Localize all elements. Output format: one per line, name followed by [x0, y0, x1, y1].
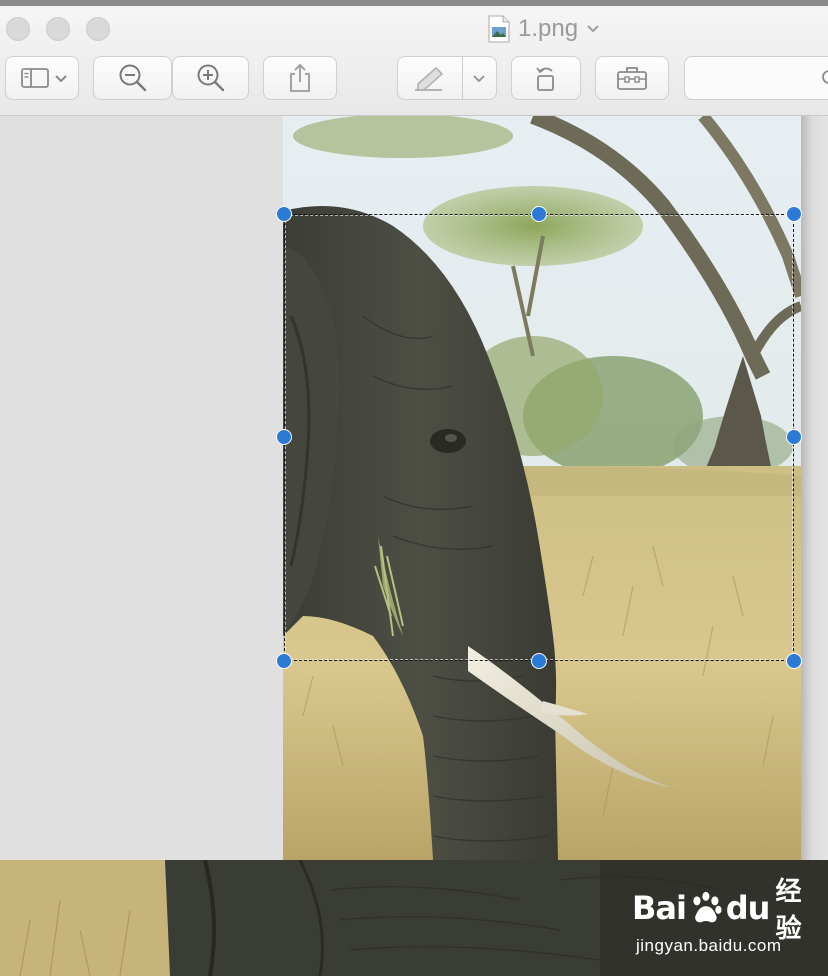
chevron-down-icon — [587, 25, 599, 33]
paw-icon — [693, 891, 722, 923]
zoom-out-icon — [119, 64, 146, 92]
selection-handle-top[interactable] — [531, 206, 547, 222]
chevron-down-icon — [55, 75, 67, 83]
rotate-left-button[interactable] — [511, 56, 581, 100]
zoom-in-button[interactable] — [172, 56, 249, 100]
search-input[interactable] — [695, 65, 799, 93]
baidu-jingyan-watermark: Bai du 经验 jingyan.baidu.com — [632, 877, 822, 964]
selection-rectangle[interactable] — [284, 214, 794, 661]
close-window-button[interactable] — [6, 17, 30, 41]
selection-handle-bottom[interactable] — [531, 653, 547, 669]
selection-handle-left[interactable] — [276, 429, 292, 445]
minimize-window-button[interactable] — [46, 17, 70, 41]
search-field[interactable] — [684, 56, 828, 100]
zoom-window-button[interactable] — [86, 17, 110, 41]
split-divider — [462, 57, 463, 99]
zoom-out-button[interactable] — [93, 56, 172, 100]
selection-handle-bottom-right[interactable] — [786, 653, 802, 669]
png-file-icon — [488, 15, 510, 43]
watermark-url: jingyan.baidu.com — [636, 936, 782, 955]
sidebar-toggle-button[interactable] — [5, 56, 79, 100]
baidu-logo: Bai du 经验 — [632, 877, 822, 944]
watermark-brand-part2: du — [725, 889, 771, 927]
watermark-brand-cn: 经验 — [775, 877, 802, 944]
rotate-left-icon — [536, 67, 554, 91]
window-title-menu[interactable]: 1.png — [488, 12, 600, 46]
selection-handle-bottom-left[interactable] — [276, 653, 292, 669]
selection-handle-top-left[interactable] — [276, 206, 292, 222]
window-title: 1.png — [518, 15, 579, 42]
share-button[interactable] — [263, 56, 337, 100]
next-page-edge — [801, 116, 828, 860]
share-icon — [290, 63, 310, 92]
window-titlebar: 1.png — [0, 0, 828, 116]
search-icon — [822, 70, 828, 84]
sidebar-icon — [21, 68, 49, 88]
chevron-down-icon[interactable] — [472, 74, 486, 84]
zoom-in-icon — [197, 64, 224, 92]
toolbox-icon — [617, 67, 647, 90]
selection-handle-right[interactable] — [786, 429, 802, 445]
watermark-brand-part1: Bai — [632, 889, 687, 927]
markup-button[interactable] — [397, 56, 497, 100]
pen-icon — [415, 66, 444, 91]
selection-handle-top-right[interactable] — [786, 206, 802, 222]
markup-toolbox-button[interactable] — [595, 56, 669, 100]
